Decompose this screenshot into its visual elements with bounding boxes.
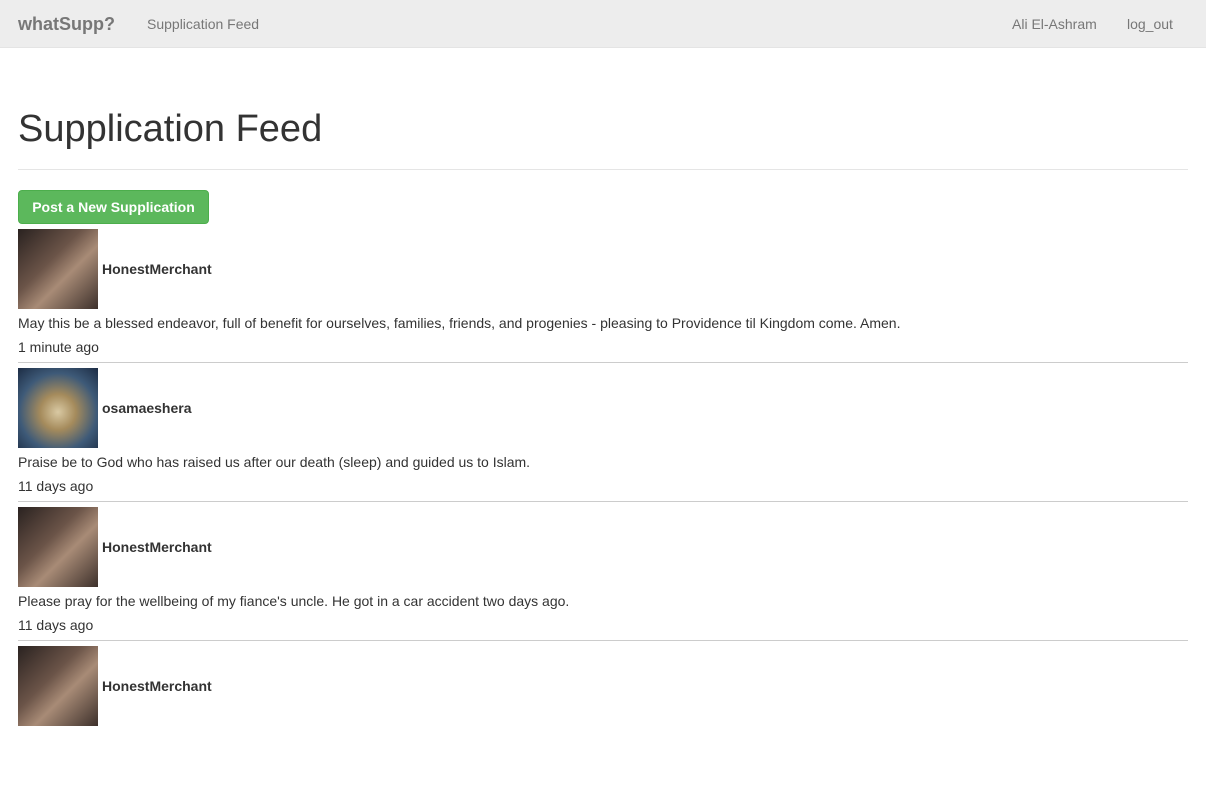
feed-item-username[interactable]: osamaeshera	[102, 400, 192, 416]
feed-item-username[interactable]: HonestMerchant	[102, 539, 212, 555]
nav-user-profile-link[interactable]: Ali El-Ashram	[1012, 16, 1097, 32]
feed-item-username[interactable]: HonestMerchant	[102, 678, 212, 694]
feed-item-divider	[18, 362, 1188, 363]
brand-logo-link[interactable]: whatSupp?	[18, 14, 115, 35]
supplication-feed: HonestMerchant May this be a blessed end…	[18, 229, 1188, 785]
navbar: whatSupp? Supplication Feed Ali El-Ashra…	[0, 0, 1206, 48]
post-new-supplication-button[interactable]: Post a New Supplication	[18, 190, 209, 224]
nav-logout-link[interactable]: log_out	[1127, 16, 1173, 32]
title-divider	[18, 169, 1188, 170]
feed-item-divider	[18, 640, 1188, 641]
feed-item-message: May this be a blessed endeavor, full of …	[18, 315, 901, 331]
user-avatar[interactable]	[18, 646, 98, 726]
feed-item-timestamp: 11 days ago	[18, 617, 94, 633]
user-avatar[interactable]	[18, 229, 98, 309]
feed-item-username[interactable]: HonestMerchant	[102, 261, 212, 277]
feed-item-message: Please pray for the wellbeing of my fian…	[18, 593, 570, 609]
feed-item: HonestMerchant Please pray for the wellb…	[18, 507, 1188, 646]
feed-item-timestamp: 11 days ago	[18, 478, 94, 494]
feed-item: HonestMerchant	[18, 646, 1188, 785]
user-avatar[interactable]	[18, 507, 98, 587]
feed-item-message: Praise be to God who has raised us after…	[18, 454, 531, 470]
feed-item-timestamp: 1 minute ago	[18, 339, 99, 355]
user-avatar[interactable]	[18, 368, 98, 448]
page-title: Supplication Feed	[18, 108, 323, 150]
nav-supplication-feed-link[interactable]: Supplication Feed	[147, 16, 259, 32]
feed-item-divider	[18, 501, 1188, 502]
feed-item: HonestMerchant May this be a blessed end…	[18, 229, 1188, 368]
feed-item: osamaeshera Praise be to God who has rai…	[18, 368, 1188, 507]
